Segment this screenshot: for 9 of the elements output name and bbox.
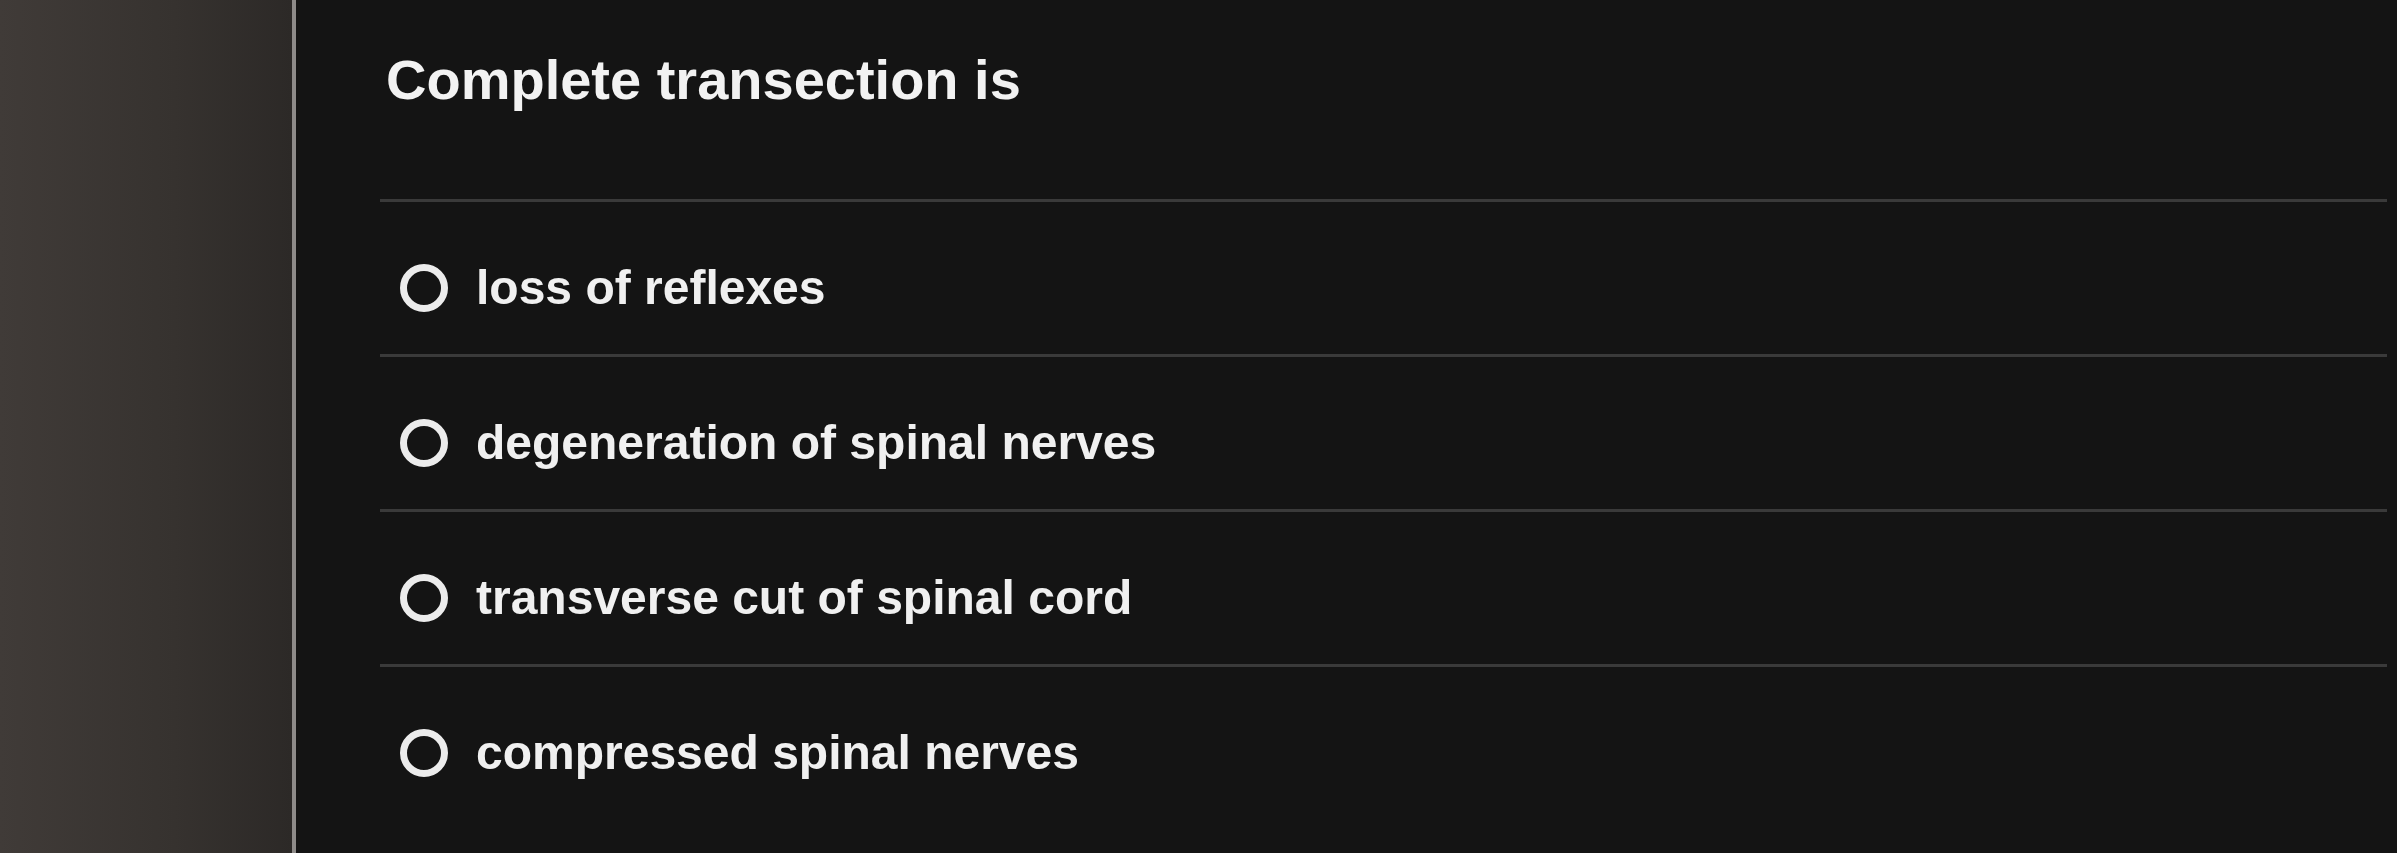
answer-option-text[interactable]: degeneration of spinal nerves bbox=[476, 415, 1157, 471]
answer-option-text[interactable]: transverse cut of spinal cord bbox=[476, 570, 1133, 626]
answer-option-text[interactable]: compressed spinal nerves bbox=[476, 725, 1079, 781]
answer-option-text[interactable]: loss of reflexes bbox=[476, 260, 826, 316]
radio-button[interactable] bbox=[400, 264, 448, 313]
radio-button[interactable] bbox=[400, 729, 448, 778]
question-text: Complete transection is bbox=[386, 47, 1021, 113]
radio-button[interactable] bbox=[400, 419, 448, 468]
radio-button[interactable] bbox=[400, 574, 448, 623]
